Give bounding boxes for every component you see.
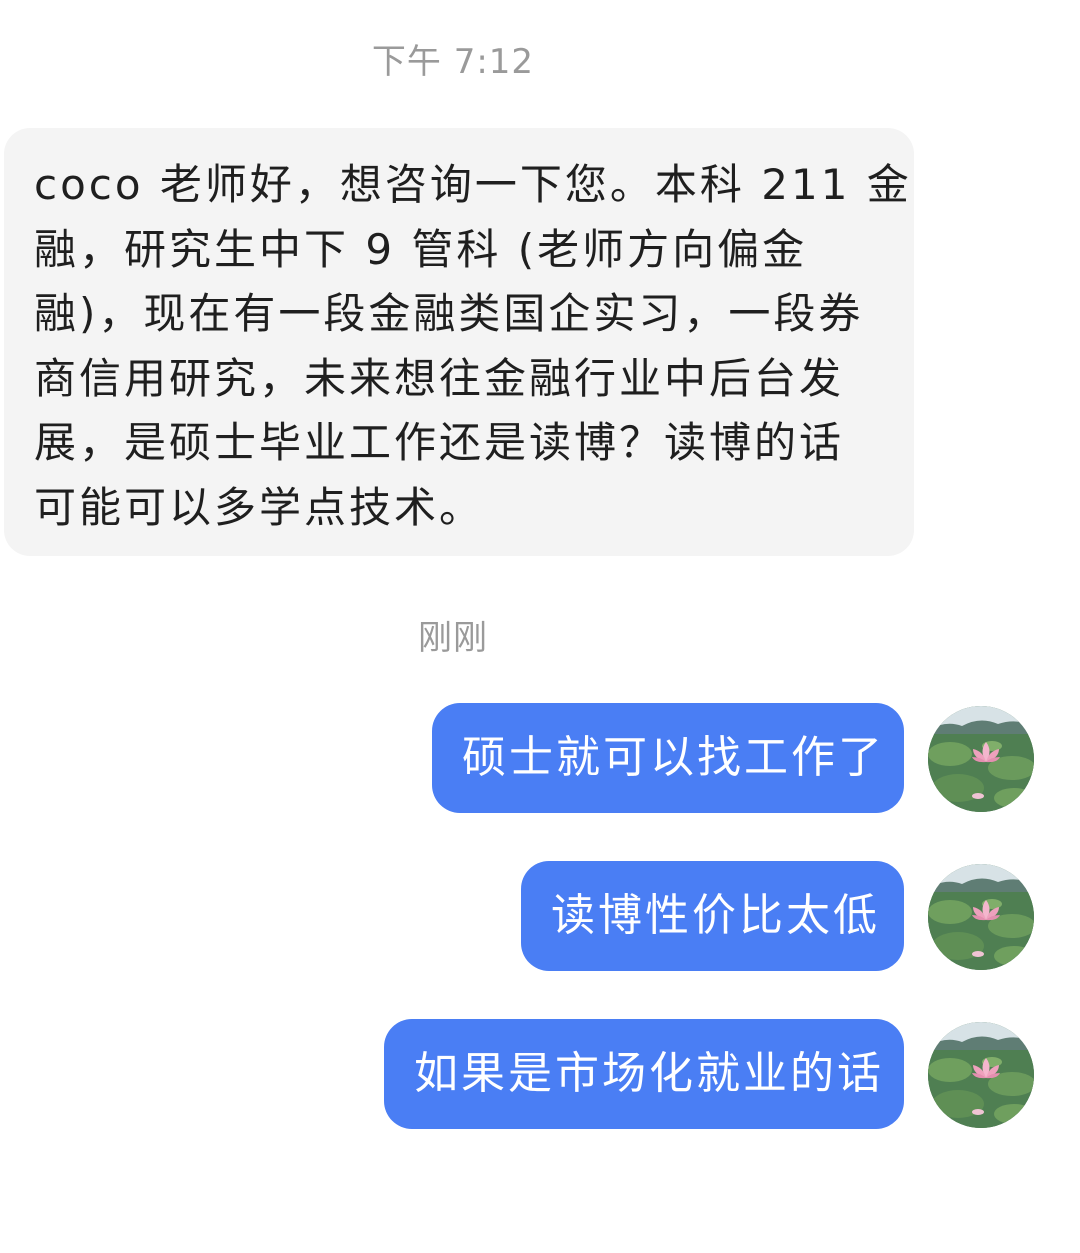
outgoing-message-bubble[interactable]: 硕士就可以找工作了 — [432, 703, 904, 813]
avatar[interactable] — [928, 864, 1034, 970]
incoming-message-bubble[interactable]: coco 老师好，想咨询一下您。本科 211 金 融，研究生中下 9 管科 (老… — [4, 128, 914, 556]
lotus-pond-avatar-icon — [928, 706, 1034, 812]
message-text-line: 融，研究生中下 9 管科 (老师方向偏金 — [34, 224, 808, 274]
chat-timestamp: 刚刚 — [418, 618, 488, 658]
message-text-line: 融)，现在有一段金融类国企实习，一段券 — [34, 289, 864, 338]
message-text-line: coco 老师好，想咨询一下您。本科 211 金 — [34, 160, 912, 209]
outgoing-message-bubble[interactable]: 读博性价比太低 — [521, 861, 904, 971]
message-text-line: 商信用研究，未来想往金融行业中后台发 — [34, 353, 845, 403]
avatar[interactable] — [928, 1022, 1034, 1128]
lotus-pond-avatar-icon — [928, 1022, 1034, 1128]
message-text-line: 展，是硕士毕业工作还是读博？读博的话 — [34, 418, 845, 467]
chat-timestamp: 下午 7:12 — [371, 42, 535, 82]
message-text-line: 可能可以多学点技术。 — [34, 482, 485, 532]
lotus-pond-avatar-icon — [928, 864, 1034, 970]
outgoing-message-bubble[interactable]: 如果是市场化就业的话 — [384, 1019, 904, 1129]
avatar[interactable] — [928, 706, 1034, 812]
